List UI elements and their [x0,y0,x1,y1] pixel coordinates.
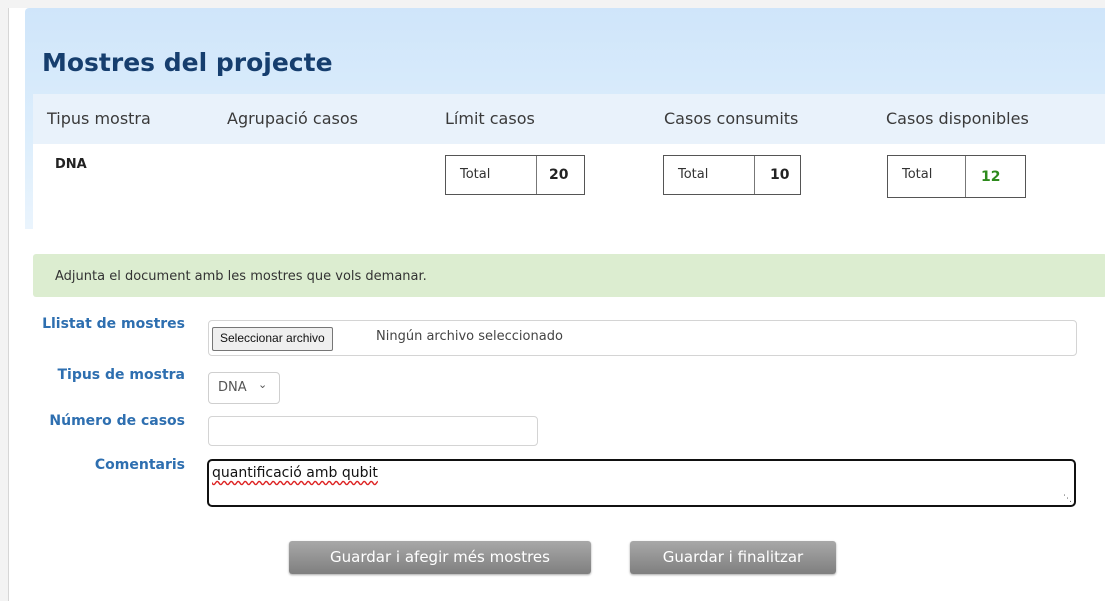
comments-textarea[interactable]: quantificació amb qubit ⋱ [207,459,1076,507]
case-limit-value: 20 [549,167,569,183]
chevron-down-icon: ⌄ [258,378,268,391]
case-limit-label: Total [460,167,491,182]
cases-available-value: 12 [981,169,1001,185]
divider [754,156,755,194]
cases-consumed-label: Total [678,167,709,182]
cases-number-input[interactable] [208,416,538,446]
sample-type-label: Tipus de mostra [57,367,185,383]
file-input[interactable]: Seleccionar archivo Ningún archivo selec… [208,320,1077,356]
cases-number-label: Número de casos [49,413,185,429]
save-and-finish-button[interactable]: Guardar i finalitzar [630,541,836,574]
cases-consumed-value: 10 [770,167,790,183]
header-case-grouping: Agrupació casos [227,109,358,128]
save-and-add-more-button[interactable]: Guardar i afegir més mostres [289,541,591,574]
sample-type-select[interactable]: DNA ⌄ [208,372,280,404]
table-row: DNA Total 20 Total 10 Total 12 [33,144,1105,229]
header-sample-type: Tipus mostra [47,109,151,128]
file-status-text: Ningún archivo seleccionado [376,329,563,344]
cases-consumed-box: Total 10 [663,155,801,195]
table-header-row: Tipus mostra Agrupació casos Límit casos… [33,94,1105,144]
case-limit-box: Total 20 [445,155,585,195]
resize-grip-icon[interactable]: ⋱ [1063,494,1072,504]
page: Mostres del projecte Tipus mostra Agrupa… [8,8,1105,601]
project-samples-panel: Mostres del projecte Tipus mostra Agrupa… [25,8,1105,229]
info-notice-text: Adjunta el document amb les mostres que … [55,269,427,284]
header-cases-consumed: Casos consumits [664,109,799,128]
cases-available-box: Total 12 [887,155,1026,198]
sample-type-value: DNA [55,157,87,172]
sample-type-selected: DNA [218,380,247,395]
file-label: Llistat de mostres [42,316,185,332]
header-cases-available: Casos disponibles [886,109,1029,128]
panel-title: Mostres del projecte [42,48,333,77]
select-file-button[interactable]: Seleccionar archivo [212,327,333,351]
header-case-limit: Límit casos [445,109,535,128]
cases-available-label: Total [902,167,933,182]
divider [965,156,966,197]
comments-text: quantificació amb qubit [212,465,378,481]
divider [536,156,537,194]
comments-label: Comentaris [94,457,185,473]
info-notice: Adjunta el document amb les mostres que … [33,254,1105,297]
